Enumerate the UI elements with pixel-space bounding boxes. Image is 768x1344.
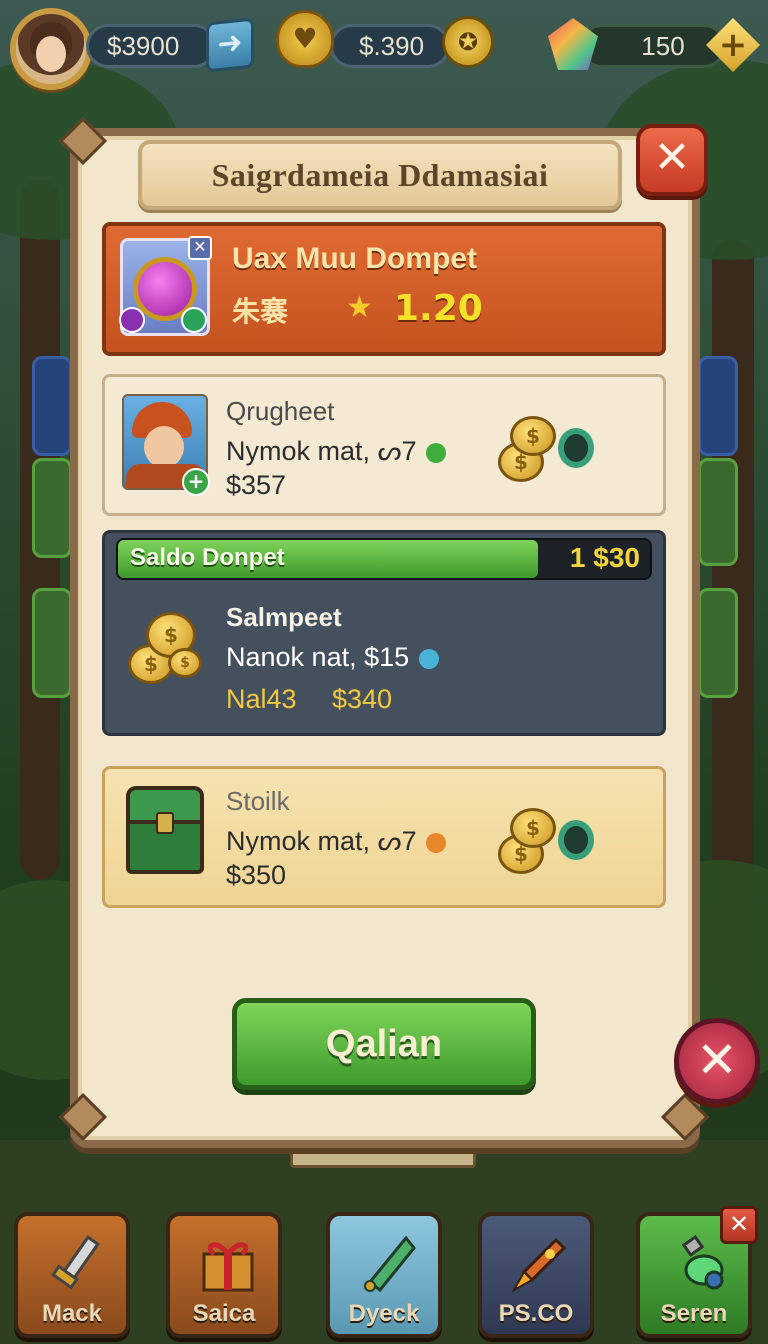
x-glyph: ✕ [728,1210,750,1238]
offer-description: Nymok mat, ᔕ7 [226,826,447,857]
add-badge-icon: + [182,468,210,496]
nav-mack-button[interactable]: Mack [14,1212,130,1338]
offer-description: Nymok mat, ᔕ7 [226,436,447,467]
top-bar: $3900 ➜ $.390 ♥ ✪ 150 + [0,0,768,96]
balance-bar-value: 1 $30 [569,542,640,573]
close-icon: ✕ [696,1031,738,1089]
star-icon: ★ [346,290,373,325]
money-value: $3900 [107,30,180,61]
coin-icon: ✪ [457,28,479,56]
gift-icon [202,1242,254,1292]
hearts-value: $.390 [359,30,425,61]
gems-value: 150 [641,30,685,61]
heart-icon: ♥ [276,10,334,68]
player-avatar[interactable] [10,8,92,90]
side-card-right-1[interactable] [698,356,738,456]
arrow-right-icon: ➜ [217,24,243,63]
balance-bar-label: Saldo Donpet [130,544,285,571]
featured-title: Uax Muu Dompet [232,242,478,275]
nav-label: Saica [192,1300,256,1327]
close-round-button[interactable]: ✕ [674,1018,760,1104]
nav-close-icon[interactable]: ✕ [720,1206,758,1244]
nav-label: Mack [41,1300,103,1327]
offer-title: Qrugheet [226,396,335,426]
offer-title: Stoilk [226,786,290,816]
coin-stack-icon: $ $ [496,806,596,876]
close-button[interactable]: ✕ [636,124,708,196]
coin-stack-icon: $ $ $ [128,608,208,688]
coin-stack-icon: $ $ [496,414,596,484]
gems-counter: 150 [580,24,726,68]
dialog-title-plate: Saigrdameia Ddamasiai [138,140,622,210]
rocket-icon [511,1237,567,1293]
plus-icon: + [718,25,748,65]
nav-label: Dyeck [348,1300,420,1327]
coin-emblem-button[interactable]: ✪ [442,16,494,68]
side-card-left-2[interactable] [32,458,72,558]
offer-price-label: Nal43 [226,684,297,714]
featured-price: 1.20 [394,288,483,329]
green-dot-icon [426,442,447,463]
confirm-button[interactable]: Qalian [232,998,536,1090]
nav-saica-button[interactable]: Saica [166,1212,282,1338]
wallet-balance-bar: Saldo Donpet 1 $30 [116,538,652,580]
dialog-title: Saigrdameia Ddamasiai [211,156,549,193]
offer-description-text: Nanok nat, $15 [226,642,410,672]
nav-label: Seren [660,1300,728,1327]
money-counter: $3900 [86,24,216,68]
nav-psco-button[interactable]: PS.CO [478,1212,594,1338]
nav-label: PS.CO [498,1300,574,1327]
offer-price: $350 [226,860,287,890]
orange-dot-icon [426,832,447,853]
transfer-arrow-button[interactable]: ➜ [206,17,254,73]
side-card-right-3[interactable] [698,588,738,698]
confirm-button-label: Qalian [325,1022,443,1065]
sword-icon [51,1235,100,1290]
side-card-right-2[interactable] [698,458,738,566]
side-card-left-3[interactable] [32,588,72,698]
treasure-chest-icon [126,786,204,876]
offer-title: Salmpeet [226,602,342,632]
hearts-counter: $.390 [330,24,450,68]
featured-dismiss-icon[interactable]: ✕ [188,236,212,260]
offer-description-text: Nymok mat, ᔕ7 [226,826,417,856]
banner-icon [364,1235,416,1293]
x-glyph: ✕ [193,237,207,256]
featured-subtitle: 朱褰 [232,295,289,328]
offer-description: Nanok nat, $15 [226,642,439,673]
offer-price: $357 [226,470,287,500]
nav-dyeck-button[interactable]: Dyeck [326,1212,442,1338]
side-card-left-1[interactable] [32,356,72,456]
close-icon: ✕ [653,132,691,183]
blue-dot-icon [418,648,439,669]
heart-glyph: ♥ [292,22,318,55]
offer-description-text: Nymok mat, ᔕ7 [226,436,417,466]
offer-price: $340 [332,684,393,714]
